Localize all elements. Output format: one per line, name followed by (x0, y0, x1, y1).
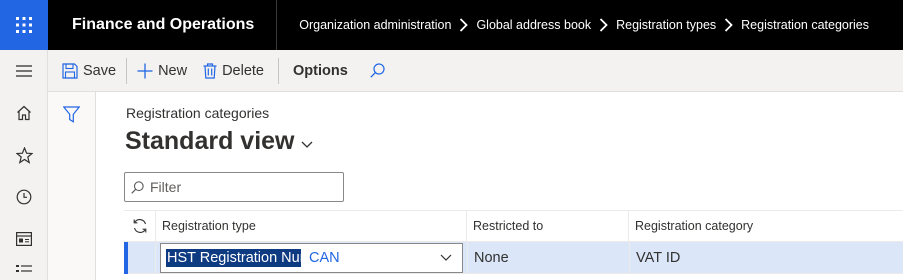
grid-header: Registration type Restricted to Registra… (124, 210, 903, 242)
workspace-icon (16, 232, 32, 246)
show-filters-button[interactable] (62, 106, 81, 128)
action-pane: Save New Delete Options (48, 50, 903, 92)
registration-type-value: HST Registration Num (166, 248, 301, 267)
plus-icon (137, 63, 153, 78)
recent-button[interactable] (0, 176, 48, 218)
action-search-button[interactable] (356, 50, 398, 92)
row-selector[interactable] (124, 242, 156, 274)
selected-row-marker (124, 242, 128, 274)
breadcrumb-item-organization-administration[interactable]: Organization administration (291, 18, 459, 32)
chevron-right-icon (724, 18, 733, 32)
column-header-registration-type[interactable]: Registration type (156, 211, 467, 241)
trash-icon (203, 62, 217, 79)
star-icon (15, 146, 33, 164)
registration-type-cell: HST Registration Num CAN (156, 242, 467, 273)
options-label: Options (293, 62, 348, 79)
chevron-down-icon (301, 141, 312, 148)
filter-input[interactable] (150, 179, 330, 195)
new-button[interactable]: New (129, 50, 195, 92)
refresh-icon (133, 219, 146, 233)
page-caption: Registration categories (126, 105, 270, 121)
registration-categories-grid: Registration type Restricted to Registra… (124, 210, 903, 274)
chevron-right-icon (459, 18, 469, 32)
home-button[interactable] (0, 92, 48, 134)
breadcrumb-item-registration-categories[interactable]: Registration categories (733, 18, 877, 32)
column-header-registration-category[interactable]: Registration category (629, 211, 903, 241)
search-icon (131, 180, 144, 194)
view-title: Standard view (125, 127, 295, 155)
expand-navigation-button[interactable] (0, 50, 48, 92)
workspaces-button[interactable] (0, 218, 48, 260)
clock-icon (16, 189, 32, 205)
modules-button[interactable] (0, 260, 48, 280)
hamburger-icon (16, 65, 32, 77)
search-icon (370, 63, 385, 78)
home-icon (17, 105, 31, 121)
filter-pane-toggle-column (48, 92, 96, 280)
main-content: Registration categories Standard view Re… (96, 92, 903, 280)
app-launcher-button[interactable] (0, 0, 48, 50)
registration-type-country: CAN (309, 249, 340, 266)
chevron-down-icon[interactable] (440, 254, 452, 262)
breadcrumb: Organization administration Global addre… (277, 18, 877, 32)
app-title[interactable]: Finance and Operations (48, 0, 278, 50)
navigation-rail (0, 50, 48, 280)
save-label: Save (83, 62, 117, 79)
refresh-grid-button[interactable] (124, 211, 156, 241)
waffle-icon (16, 17, 32, 33)
favorites-button[interactable] (0, 134, 48, 176)
top-bar: Finance and Operations Organization admi… (0, 0, 903, 50)
new-label: New (158, 62, 188, 79)
filter-box[interactable] (124, 172, 344, 202)
registration-type-combobox[interactable]: HST Registration Num CAN (160, 242, 463, 273)
delete-button[interactable]: Delete (195, 50, 272, 92)
view-selector[interactable]: Standard view (125, 127, 313, 156)
divider (278, 57, 279, 84)
save-button[interactable]: Save (48, 50, 124, 92)
funnel-icon (62, 106, 81, 123)
breadcrumb-item-global-address-book[interactable]: Global address book (468, 18, 599, 32)
divider (126, 57, 128, 84)
delete-label: Delete (222, 62, 264, 79)
table-row[interactable]: HST Registration Num CAN None VAT ID (124, 242, 903, 274)
chevron-right-icon (599, 18, 608, 32)
breadcrumb-item-registration-types[interactable]: Registration types (608, 18, 724, 32)
registration-category-cell[interactable]: VAT ID (629, 242, 903, 273)
save-icon (62, 62, 78, 79)
list-icon (16, 265, 32, 272)
options-tab[interactable]: Options (285, 50, 356, 92)
restricted-to-cell[interactable]: None (467, 242, 629, 273)
column-header-restricted-to[interactable]: Restricted to (467, 211, 629, 241)
